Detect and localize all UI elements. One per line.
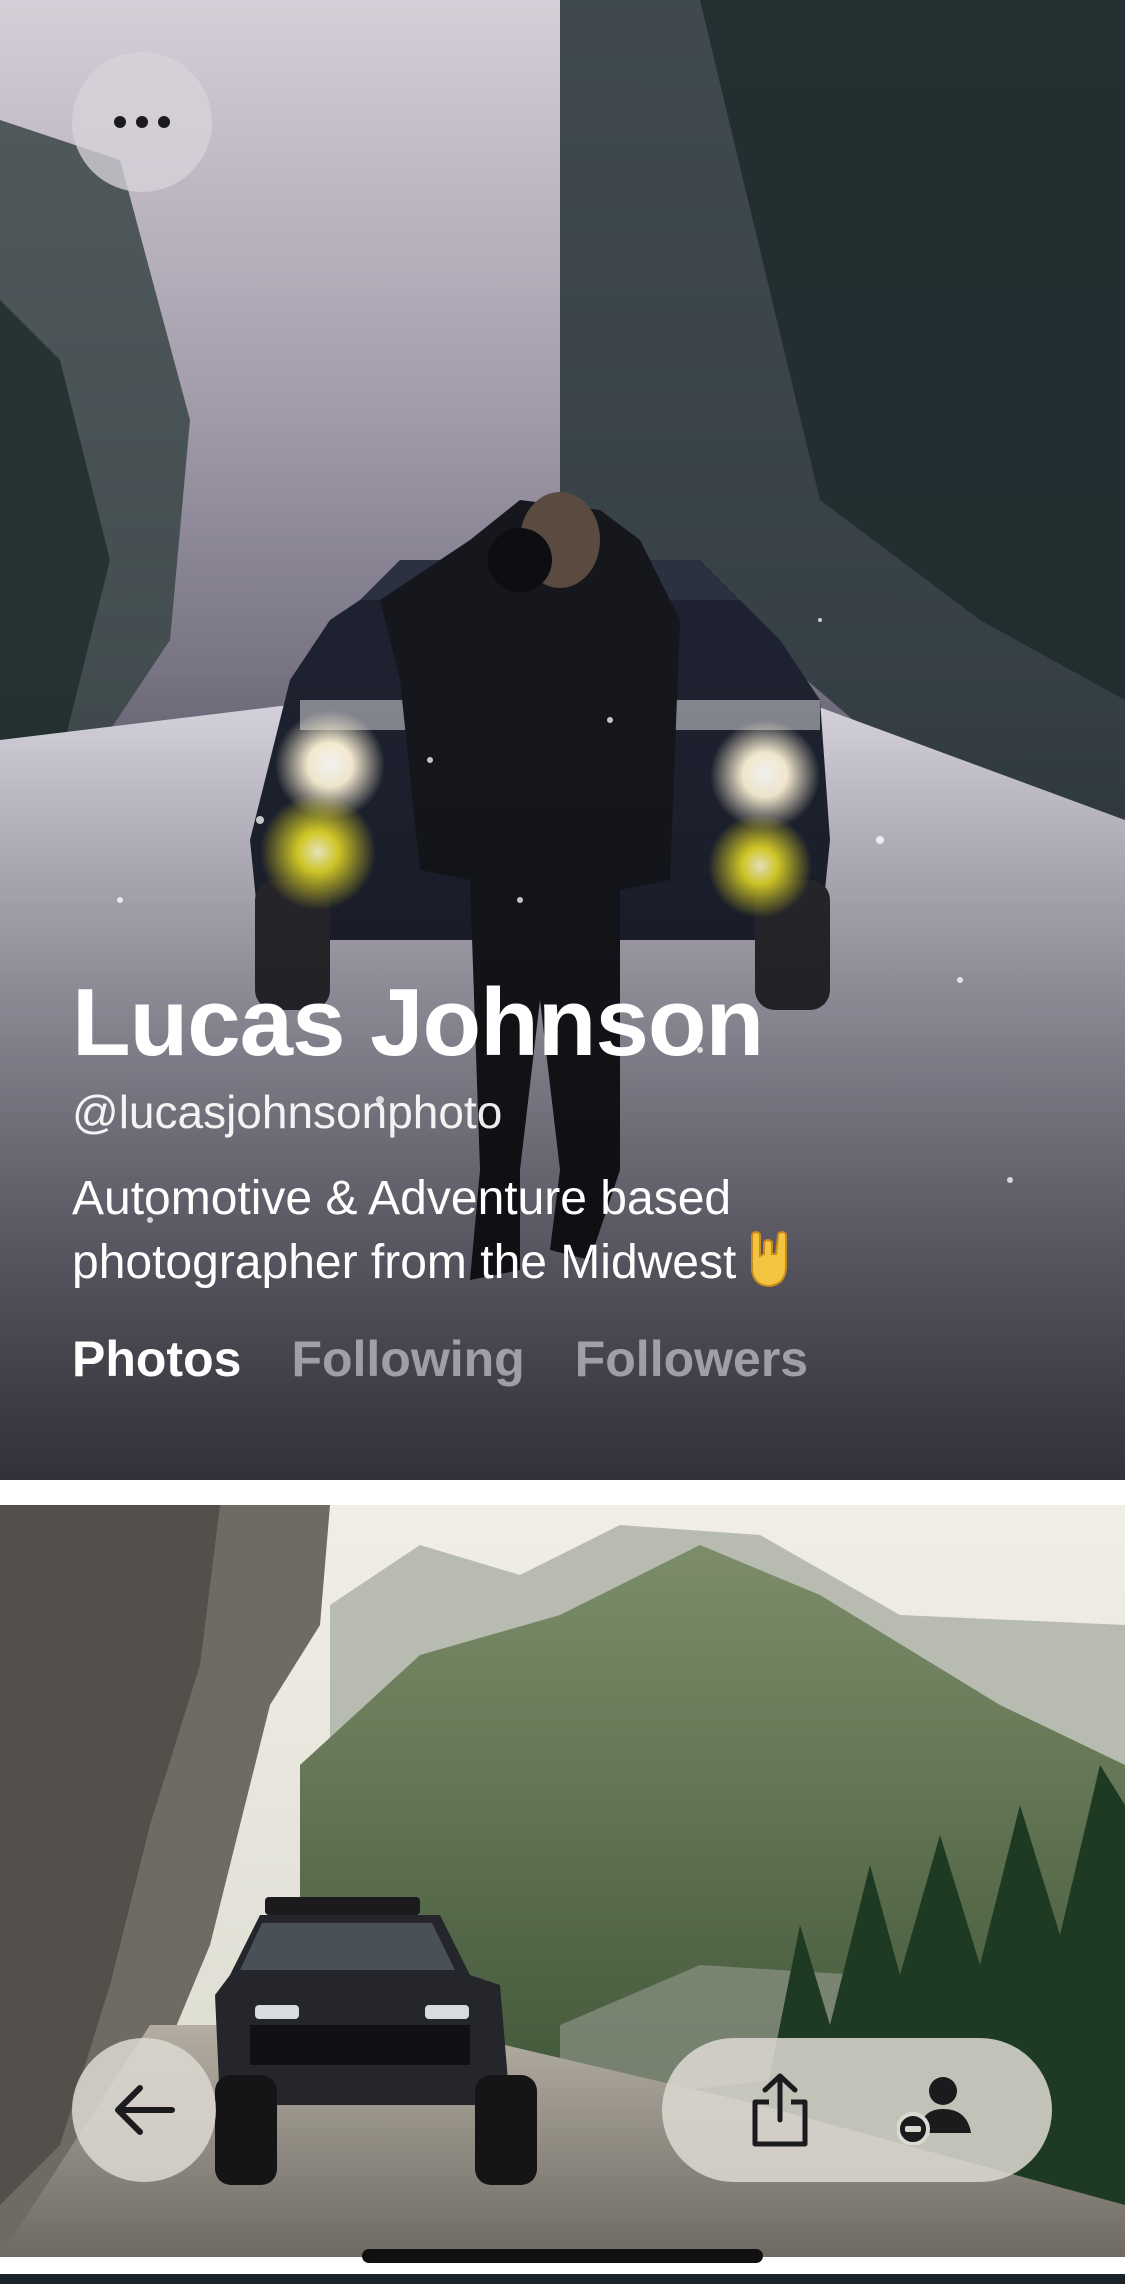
share-icon (752, 2073, 807, 2147)
rock-on-hand-emoji-icon (751, 1230, 788, 1288)
home-indicator (362, 2249, 763, 2263)
more-options-button[interactable] (72, 52, 212, 192)
profile-screen: Lucas Johnson @lucasjohnsonphoto Automot… (0, 0, 1125, 2284)
profile-tabs: Photos Following Followers (72, 1330, 808, 1388)
profile-name: Lucas Johnson (72, 969, 764, 1076)
remove-person-icon (896, 2077, 971, 2145)
profile-handle: @lucasjohnsonphoto (72, 1086, 503, 1138)
profile-cover-photo: Lucas Johnson @lucasjohnsonphoto Automot… (0, 0, 1125, 1480)
unfollow-button[interactable] (890, 2065, 980, 2155)
back-button[interactable] (72, 2038, 216, 2182)
tab-photos[interactable]: Photos (72, 1330, 241, 1388)
bio-line-2: photographer from the Midwest (72, 1236, 737, 1289)
bio-line-1: Automotive & Adventure based (72, 1172, 732, 1225)
profile-actions (662, 2038, 1052, 2182)
arrow-left-icon (115, 2085, 175, 2135)
more-horizontal-icon (114, 116, 170, 128)
share-button[interactable] (735, 2065, 825, 2155)
bio-line-2-wrap: photographer from the Midwest (72, 1230, 972, 1294)
profile-bio: Automotive & Adventure based photographe… (72, 1168, 972, 1294)
tab-following[interactable]: Following (291, 1330, 524, 1388)
tab-followers[interactable]: Followers (575, 1330, 808, 1388)
next-photo-edge (0, 2274, 1125, 2284)
